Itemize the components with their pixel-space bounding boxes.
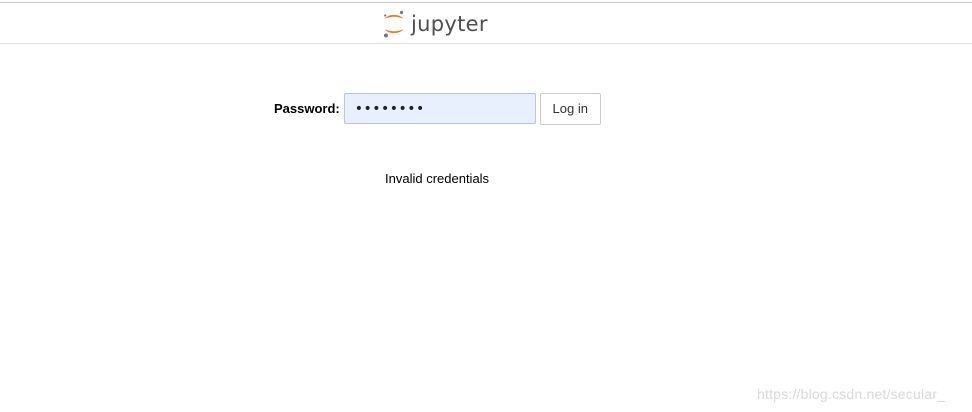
jupyter-logo[interactable]: jupyter [381, 8, 488, 40]
password-value: •••••••• [354, 100, 425, 117]
error-message: Invalid credentials [385, 171, 490, 186]
header-bar: jupyter [0, 3, 972, 44]
jupyter-logo-icon [384, 10, 404, 38]
watermark-text: https://blog.csdn.net/secular_ [757, 386, 946, 402]
logo-text: jupyter [411, 12, 488, 36]
login-form: Password: •••••••• Log in [274, 92, 601, 125]
password-input[interactable]: •••••••• [343, 93, 536, 124]
login-button[interactable]: Log in [539, 92, 601, 125]
password-label: Password: [274, 101, 340, 116]
